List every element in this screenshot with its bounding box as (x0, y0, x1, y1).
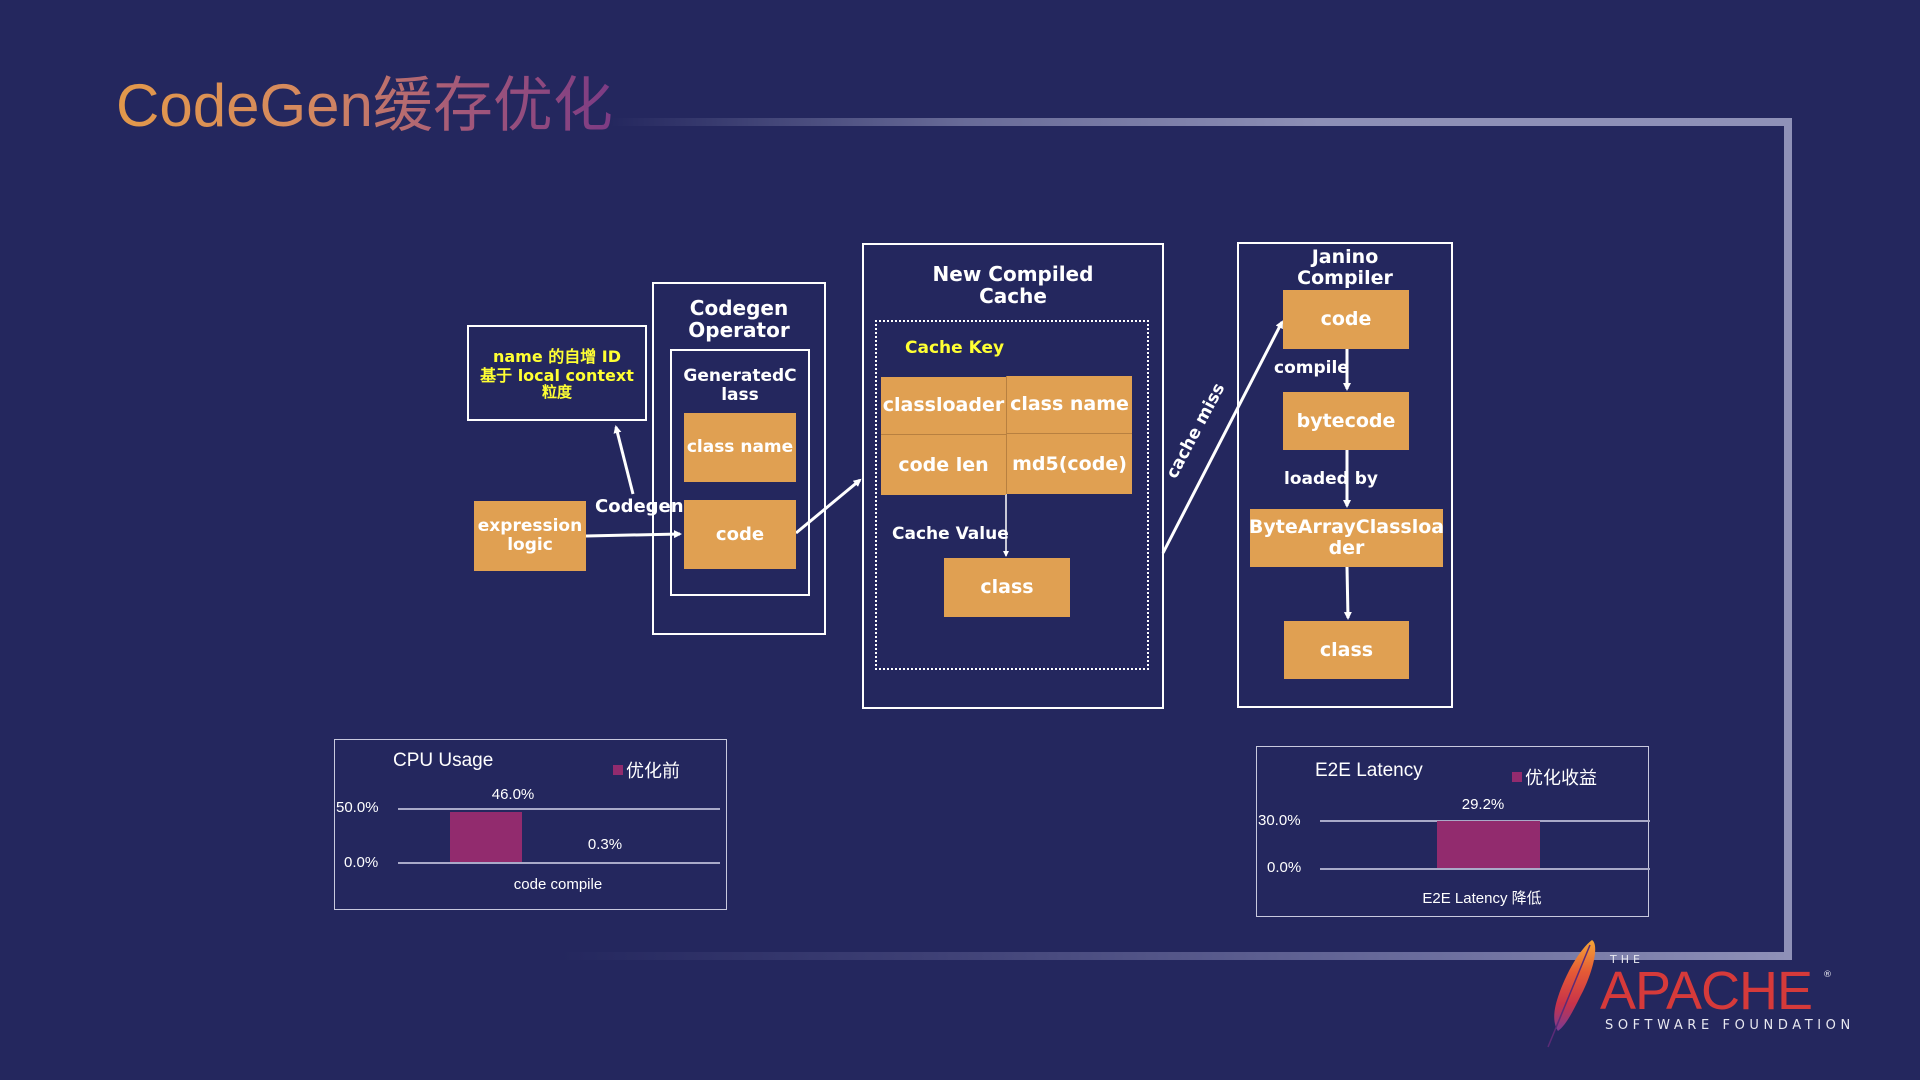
legend-label: 优化前 (626, 761, 680, 781)
legend-swatch (1512, 772, 1522, 782)
expression-logic-line-1: expression (477, 516, 583, 536)
janino-code-node: code (1283, 290, 1409, 349)
bytecode-node: bytecode (1283, 392, 1409, 450)
apache-feather-icon (1547, 940, 1596, 1048)
chart-legend: 优化前 (613, 757, 680, 783)
gridline-zero (1320, 868, 1650, 870)
chart-legend: 优化收益 (1512, 764, 1597, 790)
gridline-max (398, 808, 720, 810)
x-category-label: E2E Latency 降低 (1422, 890, 1542, 907)
y-tick-max: 50.0% (336, 799, 379, 816)
arrow-codegen-to-annotation (613, 425, 635, 495)
class-name-node: class name (684, 413, 796, 482)
data-label-after: 0.3% (587, 836, 623, 853)
byte-array-classloader-line-2: der (1328, 537, 1365, 559)
compile-label: compile (1274, 358, 1349, 378)
cache-value-label: Cache Value (892, 524, 1009, 544)
expression-logic-line-2: logic (507, 535, 553, 555)
byte-array-classloader-line-1: ByteArrayClassloa (1248, 516, 1445, 538)
key-cell-class-name: class name (1006, 376, 1132, 434)
key-cell-classloader: classloader (881, 377, 1006, 435)
y-tick-zero: 0.0% (1267, 859, 1302, 876)
e2e-latency-chart: E2E Latency 优化收益 30.0% 0.0% 29.2% E2E La… (1256, 746, 1650, 917)
generated-class-title-2: lass (721, 385, 759, 405)
chart-title: CPU Usage (393, 750, 494, 771)
cache-value-class-node: class (944, 558, 1070, 617)
annotation-line-3: 粒度 (541, 383, 572, 401)
legend-swatch (613, 765, 623, 775)
janino-title-2: Compiler (1297, 267, 1393, 289)
cpu-usage-chart: CPU Usage 优化前 50.0% 0.0% 46.0% 0.3% code… (334, 739, 727, 910)
apache-logo-registered: ® (1823, 970, 1832, 980)
compiled-cache-title-1: New Compiled (932, 262, 1094, 286)
annotation-box: name 的自增 ID 基于 local context 粒度 (467, 325, 647, 421)
janino-class-node: class (1284, 621, 1409, 679)
y-tick-max: 30.0% (1258, 812, 1301, 829)
key-cell-code-len: code len (881, 435, 1006, 495)
data-label-gain: 29.2% (1461, 796, 1505, 813)
expression-logic-node: expression logic (474, 501, 586, 571)
bar-gain (1437, 821, 1540, 868)
cache-key-label: Cache Key (905, 338, 1005, 358)
chart-title: E2E Latency (1315, 760, 1423, 781)
legend-label: 优化收益 (1525, 768, 1597, 788)
data-label-before: 46.0% (491, 786, 535, 803)
gridline-zero (398, 862, 720, 864)
codegen-operator-title-1: Codegen (689, 296, 789, 320)
code-node: code (684, 500, 796, 569)
byte-array-classloader-node: ByteArrayClassloa der (1248, 509, 1445, 567)
cache-entry-region (875, 320, 1149, 670)
apache-logo-subtitle: SOFTWARE FOUNDATION (1605, 1018, 1855, 1033)
y-tick-zero: 0.0% (344, 854, 379, 871)
key-cell-md5: md5(code) (1006, 434, 1132, 494)
generated-class-title-1: GeneratedC (683, 366, 797, 386)
bar-before (450, 812, 522, 862)
janino-title-1: Janino (1311, 246, 1379, 268)
compiled-cache-title-2: Cache (979, 284, 1047, 308)
apache-logo-name: APACHE (1600, 961, 1813, 1021)
x-category-label: code compile (513, 876, 603, 893)
loaded-by-label: loaded by (1284, 469, 1379, 489)
codegen-operator-title-2: Operator (688, 318, 790, 342)
